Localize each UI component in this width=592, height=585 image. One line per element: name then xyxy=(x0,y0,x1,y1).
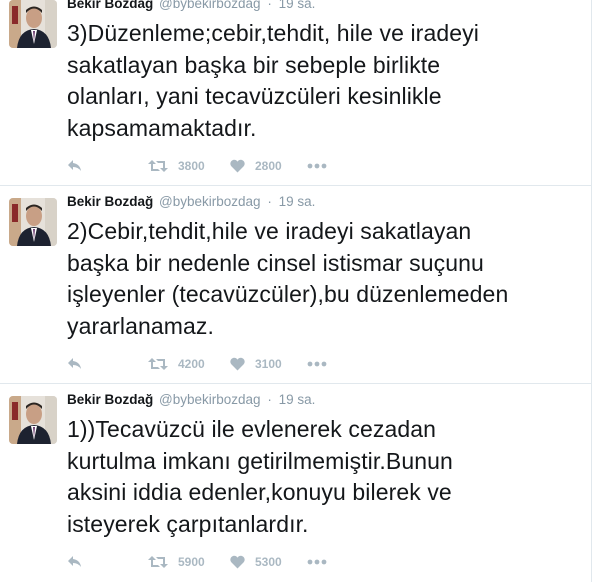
tweet-header: Bekir Bozdağ @bybekirbozdag · 19 sa. xyxy=(67,0,315,14)
retweet-count: 5900 xyxy=(178,555,205,569)
like-button[interactable]: 2800 xyxy=(230,156,282,176)
author-handle[interactable]: @bybekirbozdag xyxy=(159,194,261,209)
reply-button[interactable] xyxy=(67,156,83,176)
more-icon xyxy=(307,559,327,565)
like-count: 5300 xyxy=(255,555,282,569)
like-count: 3100 xyxy=(255,357,282,371)
retweet-button[interactable]: 3800 xyxy=(148,156,205,176)
reply-icon xyxy=(68,160,81,171)
tweet-text: 3)Düzenleme;cebir,tehdit, hile ve iradey… xyxy=(67,20,479,141)
author-handle[interactable]: @bybekirbozdag xyxy=(159,0,261,11)
reply-icon xyxy=(68,556,81,567)
tweet-header: Bekir Bozdağ @bybekirbozdag · 19 sa. xyxy=(67,390,315,410)
reply-button[interactable] xyxy=(67,354,83,374)
separator: · xyxy=(267,392,272,407)
tweet-timestamp[interactable]: 19 sa. xyxy=(279,194,316,209)
heart-icon xyxy=(230,555,245,569)
author-name[interactable]: Bekir Bozdağ xyxy=(67,392,153,407)
like-button[interactable]: 5300 xyxy=(230,552,282,572)
retweet-count: 4200 xyxy=(178,357,205,371)
tweet-timestamp[interactable]: 19 sa. xyxy=(279,392,316,407)
separator: · xyxy=(267,194,272,209)
reply-icon xyxy=(68,358,81,369)
heart-icon xyxy=(230,159,245,173)
more-button[interactable] xyxy=(307,552,327,572)
more-button[interactable] xyxy=(307,354,327,374)
more-button[interactable] xyxy=(307,156,327,176)
author-name[interactable]: Bekir Bozdağ xyxy=(67,194,153,209)
retweet-icon xyxy=(148,556,168,568)
avatar[interactable] xyxy=(9,396,57,444)
retweet-icon xyxy=(148,160,168,172)
retweet-icon xyxy=(148,358,168,370)
like-count: 2800 xyxy=(255,159,282,173)
avatar[interactable] xyxy=(9,0,57,48)
tweet-feed: Bekir Bozdağ @bybekirbozdag · 19 sa. 3)D… xyxy=(0,0,592,585)
tweet[interactable]: Bekir Bozdağ @bybekirbozdag · 19 sa. 3)D… xyxy=(0,0,592,186)
tweet-text: 2)Cebir,tehdit,hile ve iradeyi sakatlaya… xyxy=(67,218,509,339)
more-icon xyxy=(307,361,327,367)
like-button[interactable]: 3100 xyxy=(230,354,282,374)
more-icon xyxy=(307,163,327,169)
retweet-button[interactable]: 5900 xyxy=(148,552,205,572)
tweet-text: 1))Tecavüzcü ile evlenerek cezadan kurtu… xyxy=(67,416,453,537)
tweet-actions: 3800 2800 xyxy=(67,156,367,176)
tweet-actions: 5900 5300 xyxy=(67,552,367,572)
avatar-image xyxy=(9,0,57,48)
tweet-timestamp[interactable]: 19 sa. xyxy=(279,0,316,11)
retweet-button[interactable]: 4200 xyxy=(148,354,205,374)
reply-button[interactable] xyxy=(67,552,83,572)
author-name[interactable]: Bekir Bozdağ xyxy=(67,0,153,11)
avatar[interactable] xyxy=(9,198,57,246)
separator: · xyxy=(267,0,272,11)
tweet[interactable]: Bekir Bozdağ @bybekirbozdag · 19 sa. 2)C… xyxy=(0,186,592,384)
tweet-header: Bekir Bozdağ @bybekirbozdag · 19 sa. xyxy=(67,192,315,212)
avatar-image xyxy=(9,396,57,444)
heart-icon xyxy=(230,357,245,371)
tweet[interactable]: Bekir Bozdağ @bybekirbozdag · 19 sa. 1))… xyxy=(0,384,592,582)
tweet-actions: 4200 3100 xyxy=(67,354,367,374)
retweet-count: 3800 xyxy=(178,159,205,173)
avatar-image xyxy=(9,198,57,246)
author-handle[interactable]: @bybekirbozdag xyxy=(159,392,261,407)
